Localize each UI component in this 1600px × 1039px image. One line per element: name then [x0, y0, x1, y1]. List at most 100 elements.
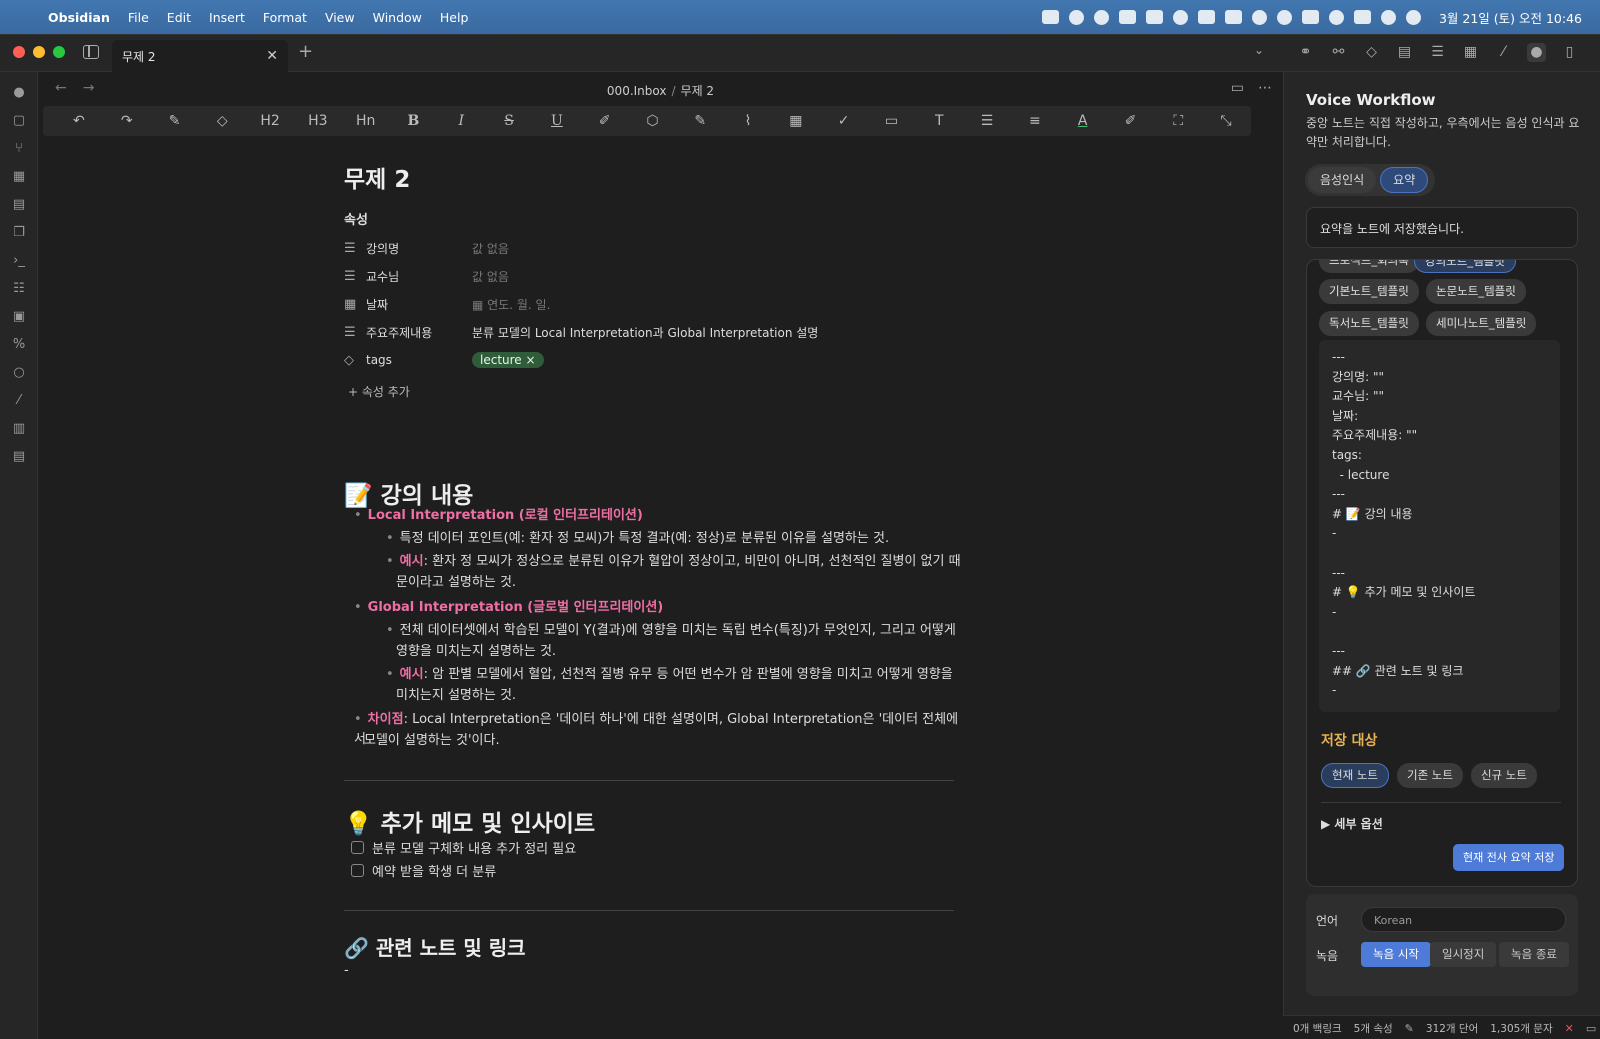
calendar-icon[interactable]: ▤ — [11, 197, 27, 213]
save-target-new-note[interactable]: 신규 노트 — [1470, 763, 1537, 788]
start-recording-button[interactable]: 녹음 시작 — [1361, 942, 1431, 967]
link-icon[interactable]: ⚭ — [1296, 43, 1315, 62]
menu-edit[interactable]: Edit — [167, 10, 191, 25]
table-icon[interactable]: ▥ — [11, 421, 27, 437]
breadcrumb-folder[interactable]: 000.Inbox — [607, 84, 667, 98]
minimize-window-button[interactable] — [33, 46, 45, 58]
wifi-icon[interactable] — [1328, 9, 1344, 25]
menu-app-name[interactable]: Obsidian — [48, 10, 110, 25]
todo-item[interactable]: 분류 모델 구체화 내용 추가 정리 필요 — [351, 838, 576, 857]
callout-icon[interactable]: ▭ — [868, 113, 916, 129]
backlinks-count[interactable]: 0개 백링크 — [1293, 1021, 1342, 1036]
collapse-icon[interactable]: ⤡ — [1202, 113, 1250, 129]
tab-note[interactable]: 무제 2 ✕ — [112, 40, 288, 72]
section-heading-links[interactable]: 🔗 관련 노트 및 링크 — [344, 932, 526, 961]
note-title[interactable]: 무제 2 — [344, 160, 410, 194]
new-tab-icon[interactable]: + — [298, 41, 313, 62]
menu-format[interactable]: Format — [263, 10, 307, 25]
checkbox[interactable] — [351, 841, 364, 854]
checkbox-icon[interactable]: ✓ — [820, 113, 868, 129]
edit-icon[interactable]: ✎ — [676, 113, 724, 129]
property-row[interactable]: ▦ 날짜 ▦ 연도. 월. 일. — [344, 294, 964, 314]
menu-help[interactable]: Help — [440, 10, 469, 25]
kanban-icon[interactable]: ▤ — [11, 449, 27, 465]
fullscreen-icon[interactable]: ⛶ — [1154, 113, 1202, 129]
property-row[interactable]: ☰ 주요주제내용 분류 모델의 Local Interpretation과 Gl… — [344, 322, 964, 342]
table-icon[interactable]: ▦ — [772, 113, 820, 129]
property-value[interactable]: 값 없음 — [472, 240, 509, 257]
tray-notion-icon[interactable] — [1118, 10, 1136, 24]
template-chip[interactable]: 프로젝트_회의록 — [1319, 260, 1419, 273]
todo-item[interactable]: 예약 받을 학생 더 분류 — [351, 861, 496, 880]
list-item-continuation[interactable]: 미치는지 설명하는 것. — [396, 686, 516, 706]
eraser-icon[interactable]: ◇ — [198, 113, 246, 129]
clock[interactable]: 3월 21일 (토) 오전 10:46 — [1439, 8, 1582, 27]
list-item[interactable]: • 전체 데이터셋에서 학습된 모델이 Y(결과)에 영향을 미치는 독립 변수(… — [386, 621, 956, 641]
search-icon[interactable] — [1380, 9, 1396, 25]
menu-insert[interactable]: Insert — [209, 10, 245, 25]
control-center-icon[interactable] — [1405, 9, 1421, 25]
stop-recording-button[interactable]: 녹음 종료 — [1499, 942, 1569, 967]
property-key[interactable]: 교수님 — [366, 268, 472, 285]
properties-count[interactable]: 5개 속성 — [1354, 1021, 1393, 1036]
tag-chip[interactable]: lecture × — [472, 352, 544, 368]
underline-button[interactable]: U — [533, 113, 581, 129]
property-value[interactable]: 값 없음 — [472, 268, 509, 285]
list-check-icon[interactable]: ☷ — [11, 281, 27, 297]
property-value[interactable]: 분류 모델의 Local Interpretation과 Global Inte… — [472, 324, 818, 341]
property-key[interactable]: 주요주제내용 — [366, 324, 472, 341]
list-item-continuation[interactable]: 문이라고 설명하는 것. — [396, 573, 516, 593]
tag-icon[interactable]: ◇ — [1362, 43, 1381, 62]
left-sidebar-toggle-icon[interactable] — [83, 45, 99, 59]
pencil-icon[interactable]: ✎ — [1405, 1022, 1414, 1035]
language-select[interactable]: Korean — [1361, 907, 1566, 932]
battery-icon[interactable] — [1353, 10, 1371, 24]
heading-n-button[interactable]: Hn — [342, 113, 390, 129]
pause-recording-button[interactable]: 일시정지 — [1430, 942, 1497, 967]
outline-icon[interactable]: ☰ — [1428, 43, 1447, 62]
tray-s-icon[interactable] — [1197, 10, 1215, 24]
details-toggle[interactable]: ▶ 세부 옵션 — [1321, 815, 1383, 832]
list-item[interactable]: • 예시: 환자 정 모씨가 정상으로 분류된 이유가 혈압이 정상이고, 비만이… — [386, 552, 961, 572]
search-icon[interactable]: ○ — [11, 365, 27, 381]
save-summary-button[interactable]: 현재 전사 요약 저장 — [1453, 844, 1565, 871]
date-property-value[interactable]: ▦ 연도. 월. 일. — [472, 296, 550, 313]
redo-icon[interactable]: ↷ — [103, 113, 151, 129]
bold-button[interactable]: B — [390, 113, 438, 129]
section-heading-memo[interactable]: 💡 추가 메모 및 인사이트 — [344, 804, 595, 838]
list-item-continuation[interactable]: 영향을 미치는지 설명하는 것. — [396, 642, 556, 662]
list-item[interactable]: • 예시: 암 판별 모델에서 혈압, 선천적 질병 유무 등 어떤 변수가 암 … — [386, 665, 953, 685]
percent-icon[interactable]: % — [11, 337, 27, 353]
calendar-icon[interactable]: ▦ — [1461, 43, 1480, 62]
tray-cloud-icon[interactable] — [1172, 9, 1188, 25]
list-item-continuation[interactable]: 모델이 설명하는 것'이다. — [364, 731, 500, 751]
cube-icon[interactable]: ⬡ — [629, 113, 677, 129]
terminal-icon[interactable]: ›_ — [11, 253, 27, 269]
property-key[interactable]: 날짜 — [366, 296, 472, 313]
property-key[interactable]: 강의명 — [366, 240, 472, 257]
format-painter-icon[interactable]: ✎ — [151, 113, 199, 129]
tray-app-icon[interactable] — [1041, 10, 1059, 24]
more-options-icon[interactable]: ⋯ — [1258, 80, 1272, 96]
tray-play-icon[interactable] — [1276, 9, 1292, 25]
breadcrumb-note[interactable]: 무제 2 — [681, 84, 715, 98]
sync-error-icon[interactable]: ✕ — [1565, 1022, 1574, 1035]
tray-input-icon[interactable] — [1301, 10, 1319, 24]
copy-icon[interactable]: ❐ — [11, 225, 27, 241]
file-icon[interactable]: ▢ — [11, 113, 27, 129]
menu-file[interactable]: File — [128, 10, 149, 25]
archive-icon[interactable]: ▤ — [1395, 43, 1414, 62]
undo-icon[interactable]: ↶ — [55, 113, 103, 129]
text-size-icon[interactable]: T — [915, 113, 963, 129]
chevron-down-icon[interactable]: ⌄ — [1254, 43, 1264, 57]
attachment-icon[interactable]: ⌇ — [724, 113, 772, 129]
microphone-icon[interactable]: ● — [11, 85, 27, 101]
tray-half-circle-icon[interactable] — [1251, 9, 1267, 25]
highlight-pen-icon[interactable]: ✐ — [581, 113, 629, 129]
template-chip[interactable]: 논문노트_템플릿 — [1426, 279, 1526, 304]
property-row[interactable]: ◇ tags lecture × — [344, 350, 964, 370]
menu-view[interactable]: View — [325, 10, 355, 25]
git-branch-icon[interactable]: ⑂ — [11, 141, 27, 157]
close-window-button[interactable] — [13, 46, 25, 58]
tray-zoom-icon[interactable] — [1068, 9, 1084, 25]
